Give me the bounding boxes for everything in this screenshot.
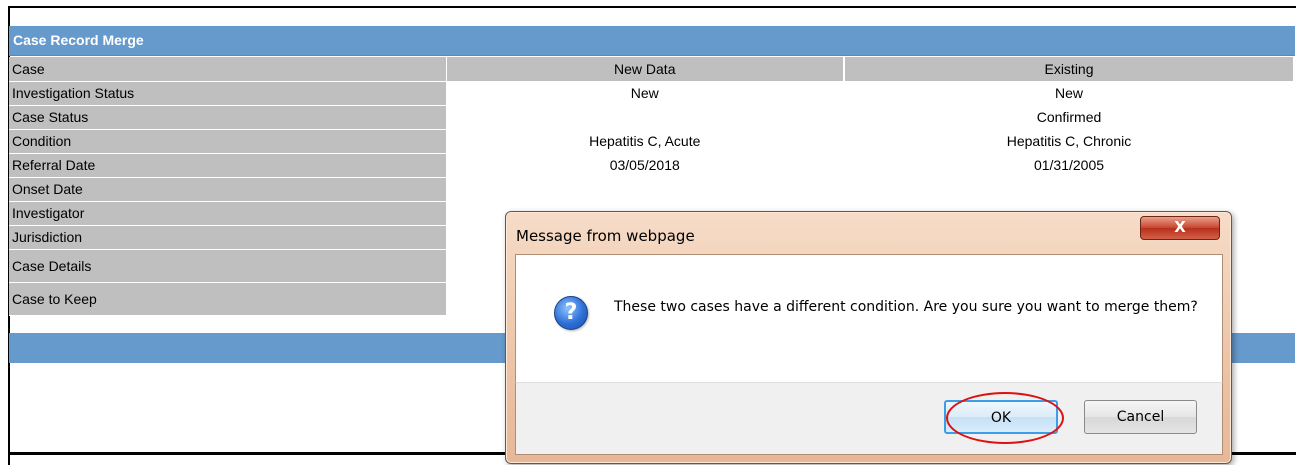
table-row: Onset Date [9, 177, 1295, 202]
row-label-case-details: Case Details [9, 249, 447, 283]
existing-referral-date: 01/31/2005 [844, 153, 1295, 178]
dialog-title: Message from webpage [516, 227, 695, 245]
row-label-onset-date: Onset Date [9, 177, 447, 202]
message-dialog: Message from webpage X ? These two cases… [505, 211, 1232, 464]
new-investigation-status: New [446, 81, 845, 106]
row-label-case-to-keep: Case to Keep [9, 282, 447, 316]
table-row: Investigation Status New New [9, 81, 1295, 106]
panel-title: Case Record Merge [13, 32, 144, 48]
dialog-button-bar: OK Cancel [515, 382, 1223, 455]
new-condition: Hepatitis C, Acute [446, 129, 845, 154]
existing-investigation-status: New [844, 81, 1295, 106]
row-label-case-status: Case Status [9, 105, 447, 130]
table-row: Condition Hepatitis C, Acute Hepatitis C… [9, 129, 1295, 154]
new-case-status [446, 105, 845, 130]
table-row: Case Status Confirmed [9, 105, 1295, 130]
dialog-body: ? These two cases have a different condi… [515, 254, 1223, 383]
existing-case-status: Confirmed [844, 105, 1295, 130]
column-header-case: Case [9, 57, 447, 82]
dialog-message: These two cases have a different conditi… [614, 299, 1198, 315]
column-header-existing: Existing [844, 57, 1295, 82]
close-button[interactable]: X [1140, 216, 1220, 240]
highlight-ellipse [946, 392, 1064, 444]
table-header-row: Case New Data Existing [9, 57, 1295, 82]
question-icon: ? [554, 296, 588, 330]
row-label-investigator: Investigator [9, 201, 447, 226]
table-row: Referral Date 03/05/2018 01/31/2005 [9, 153, 1295, 178]
cancel-button[interactable]: Cancel [1084, 400, 1197, 434]
existing-condition: Hepatitis C, Chronic [844, 129, 1295, 154]
row-label-referral-date: Referral Date [9, 153, 447, 178]
panel-header: Case Record Merge [9, 26, 1295, 56]
row-label-investigation-status: Investigation Status [9, 81, 447, 106]
existing-onset-date [844, 177, 1295, 202]
new-onset-date [446, 177, 845, 202]
new-referral-date: 03/05/2018 [446, 153, 845, 178]
column-header-new-data: New Data [446, 57, 845, 82]
row-label-condition: Condition [9, 129, 447, 154]
row-label-jurisdiction: Jurisdiction [9, 225, 447, 250]
